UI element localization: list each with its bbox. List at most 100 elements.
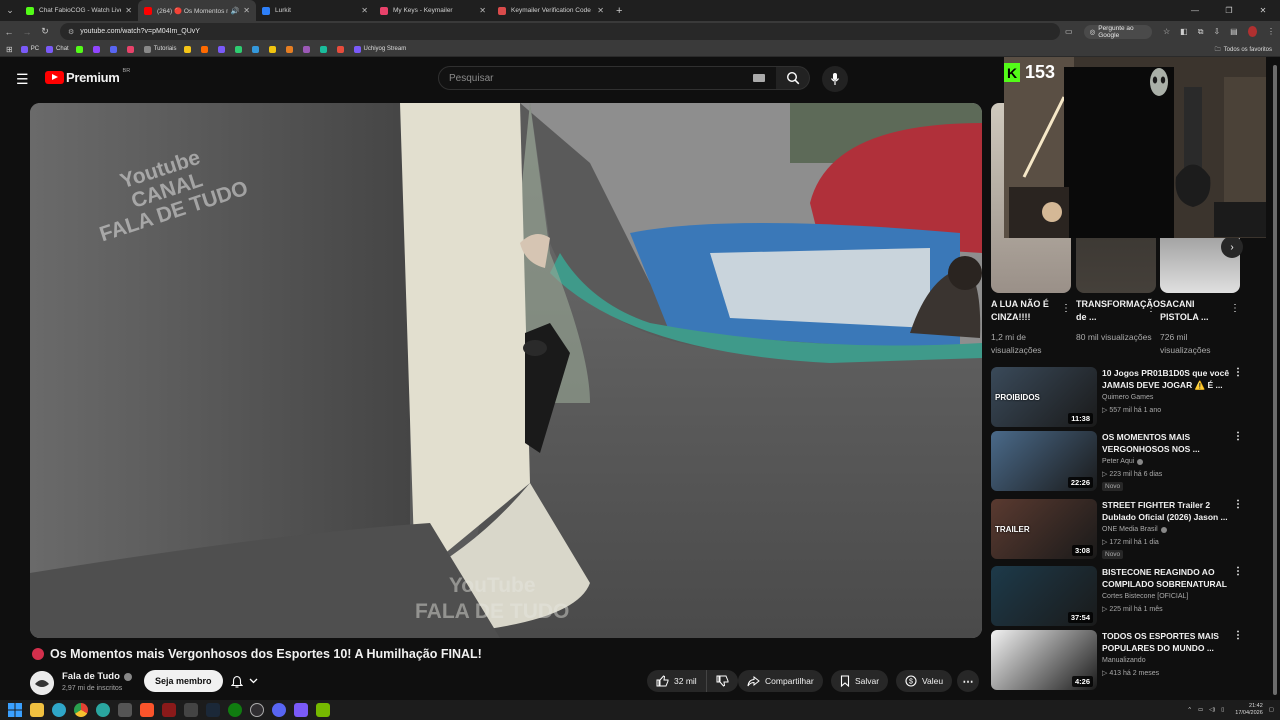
notification-button[interactable] — [222, 670, 266, 692]
downloads-icon[interactable]: ⇩ — [1213, 27, 1220, 36]
bookmark-item[interactable] — [217, 45, 228, 53]
tab-close-icon[interactable]: ✕ — [243, 6, 250, 15]
app-icon[interactable] — [96, 703, 110, 717]
video-channel[interactable]: Manualizando — [1102, 657, 1146, 664]
url-field[interactable]: ⚙ youtube.com/watch?v=pM04Im_QUvY — [60, 23, 1060, 40]
clock[interactable]: 21:42 17/04/2026 — [1235, 703, 1263, 717]
video-player[interactable]: Youtube CANAL FALA DE TUDO YouTube FALA … — [30, 103, 982, 638]
bookmark-item[interactable] — [75, 45, 86, 53]
search-button[interactable] — [776, 66, 810, 90]
bookmark-item[interactable] — [251, 45, 262, 53]
back-icon[interactable]: ← — [0, 27, 18, 37]
network-icon[interactable]: ▭ — [1198, 707, 1203, 713]
save-button[interactable]: Salvar — [831, 670, 889, 692]
scrollbar-thumb[interactable] — [1273, 65, 1277, 695]
chrome-icon[interactable] — [74, 703, 88, 717]
video-thumbnail[interactable]: 4:26 — [991, 630, 1097, 690]
nvidia-icon[interactable] — [316, 703, 330, 717]
bookmark-item[interactable] — [234, 45, 245, 53]
brave-icon[interactable] — [140, 703, 154, 717]
browser-menu-icon[interactable]: ⋮ — [1267, 27, 1275, 36]
bookmark-item[interactable] — [126, 45, 137, 53]
bookmark-item[interactable]: PC — [20, 45, 39, 53]
xbox-icon[interactable] — [228, 703, 242, 717]
dislike-button[interactable] — [706, 670, 738, 692]
calculator-icon[interactable] — [184, 703, 198, 717]
volume-icon[interactable]: ◁) — [1209, 707, 1215, 713]
video-channel[interactable]: ONE Media Brasil — [1102, 526, 1167, 533]
app-icon-purple[interactable] — [294, 703, 308, 717]
video-more-icon[interactable]: ⋮ — [1233, 367, 1243, 378]
bookmark-item[interactable] — [336, 45, 347, 53]
maximize-icon[interactable]: ❐ — [1212, 0, 1246, 21]
bookmark-item[interactable]: Tutoriais — [143, 45, 177, 53]
game-app-icon[interactable] — [162, 703, 176, 717]
browser-tab[interactable]: Lurkit ✕ — [256, 0, 374, 21]
browser-tab[interactable]: (264) 🔴 Os Momentos ma 🔊 ✕ — [138, 0, 256, 21]
recommended-video[interactable]: 37:54 BISTECONE REAGINDO AO COMPILADO SOB… — [991, 566, 1251, 626]
forward-icon[interactable]: → — [18, 27, 36, 37]
tab-close-icon[interactable]: ✕ — [479, 6, 486, 15]
recommended-video[interactable]: TRAILER 3:08 STREET FIGHTER Trailer 2 Dubl… — [991, 499, 1251, 559]
steam-icon[interactable] — [206, 703, 220, 717]
minimize-icon[interactable]: — — [1178, 0, 1212, 21]
like-button[interactable]: 32 mil — [647, 670, 706, 692]
sidebar-icon[interactable]: ▤ — [1230, 27, 1238, 36]
join-button[interactable]: Seja membro — [144, 670, 223, 692]
browser-tab[interactable]: My Keys - Keymailer ✕ — [374, 0, 492, 21]
bookmark-item[interactable]: Chat — [46, 45, 69, 53]
shorts-more-icon[interactable]: ⋮ — [1061, 303, 1071, 314]
site-info-icon[interactable]: ⚙ — [68, 28, 74, 36]
share-button[interactable]: Compartilhar — [738, 670, 823, 692]
video-more-icon[interactable]: ⋮ — [1233, 499, 1243, 510]
notification-center-icon[interactable]: ▢ — [1269, 707, 1274, 713]
battery-icon[interactable]: ▯ — [1221, 707, 1224, 713]
video-more-icon[interactable]: ⋮ — [1233, 431, 1243, 442]
more-actions-button[interactable]: ⋯ — [957, 670, 979, 692]
cast-icon[interactable]: ▭ — [1065, 27, 1073, 36]
video-more-icon[interactable]: ⋮ — [1233, 630, 1243, 641]
store-icon[interactable] — [118, 703, 132, 717]
tray-chevron-icon[interactable]: ^ — [1188, 707, 1191, 713]
bookmark-star-icon[interactable]: ☆ — [1163, 27, 1170, 36]
bookmark-item[interactable] — [109, 45, 120, 53]
tab-search-button[interactable]: ⌄ — [0, 0, 20, 21]
thanks-button[interactable]: $ Valeu — [896, 670, 953, 692]
windows-start-icon[interactable] — [8, 703, 22, 717]
obs-icon[interactable] — [250, 703, 264, 717]
shorts-more-icon[interactable]: ⋮ — [1146, 303, 1156, 314]
shorts-more-icon[interactable]: ⋮ — [1230, 303, 1240, 314]
bookmark-item[interactable]: Uchiyog Stream — [353, 45, 406, 53]
reload-icon[interactable]: ↻ — [36, 26, 54, 37]
profile-avatar[interactable] — [1247, 26, 1257, 37]
bookmark-item[interactable] — [302, 45, 313, 53]
video-channel[interactable]: Cortes Bistecone [OFICIAL] — [1102, 593, 1188, 600]
bookmark-item[interactable] — [268, 45, 279, 53]
search-input[interactable] — [449, 72, 729, 84]
voice-search-button[interactable] — [822, 66, 848, 92]
file-explorer-icon[interactable] — [30, 703, 44, 717]
channel-avatar[interactable] — [30, 671, 54, 695]
video-thumbnail[interactable]: 37:54 — [991, 566, 1097, 626]
bookmark-item[interactable] — [183, 45, 194, 53]
tab-close-icon[interactable]: ✕ — [125, 6, 132, 15]
channel-name[interactable]: Fala de Tudo — [62, 671, 132, 682]
keyboard-icon[interactable] — [753, 74, 765, 82]
apps-icon[interactable]: ⊞ — [6, 45, 13, 54]
browser-tab[interactable]: Chat FabioCOG - Watch Live on ✕ — [20, 0, 138, 21]
video-thumbnail[interactable]: PROIBIDOS 11:38 — [991, 367, 1097, 427]
bookmark-item[interactable] — [200, 45, 211, 53]
tab-audio-icon[interactable]: 🔊 — [231, 7, 240, 15]
recommended-video[interactable]: 22:26 OS MOMENTOS MAIS VERGONHOSOS NOS ..… — [991, 431, 1251, 491]
video-thumbnail[interactable]: TRAILER 3:08 — [991, 499, 1097, 559]
discord-icon[interactable] — [272, 703, 286, 717]
menu-icon[interactable]: ☰ — [16, 71, 29, 88]
next-shorts-button[interactable]: › — [1221, 236, 1243, 258]
video-more-icon[interactable]: ⋮ — [1233, 566, 1243, 577]
ask-google-button[interactable]: ◎ Pergunte ao Google — [1083, 24, 1152, 39]
edge-icon[interactable] — [52, 703, 66, 717]
all-bookmarks[interactable]: 🗀 Todos os favoritos — [1215, 42, 1272, 57]
bookmark-item[interactable] — [285, 45, 296, 53]
close-window-icon[interactable]: ✕ — [1246, 0, 1280, 21]
youtube-premium-logo[interactable]: Premium BR — [45, 68, 130, 85]
